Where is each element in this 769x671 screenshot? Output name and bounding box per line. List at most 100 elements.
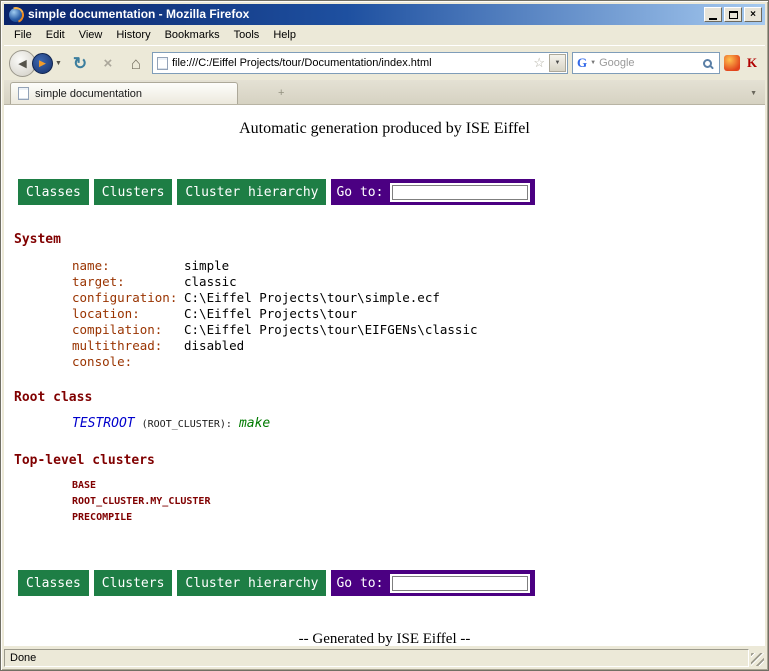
address-bar: ☆ ▼: [152, 52, 568, 74]
classes-button[interactable]: Classes: [18, 570, 89, 596]
firefox-icon: [9, 8, 23, 22]
window-controls: ×: [704, 7, 762, 22]
status-bar: Done: [4, 646, 765, 667]
system-row: location: C:\Eiffel Projects\tour: [14, 306, 755, 322]
goto-input[interactable]: [392, 185, 528, 200]
page-content: Automatic generation produced by ISE Eif…: [4, 105, 765, 646]
goto-input-wrap: [390, 574, 530, 593]
menu-item-edit[interactable]: Edit: [39, 26, 72, 44]
system-row-label: name:: [72, 258, 184, 274]
system-row: name: simple: [14, 258, 755, 274]
menu-item-history[interactable]: History: [109, 26, 157, 44]
addon-icon[interactable]: [724, 55, 740, 71]
system-row-label: target:: [72, 274, 184, 290]
url-dropdown-button[interactable]: ▼: [549, 54, 566, 72]
goto-input[interactable]: [392, 576, 528, 591]
home-button[interactable]: ⌂: [124, 51, 148, 75]
doc-footer: -- Generated by ISE Eiffel -- For more d…: [14, 629, 755, 646]
system-row: target: classic: [14, 274, 755, 290]
minimize-icon: [709, 18, 717, 20]
back-icon: ◀: [18, 57, 26, 70]
menu-item-file[interactable]: File: [7, 26, 39, 44]
bookmark-star-icon[interactable]: ☆: [533, 55, 545, 71]
doc-navbar-bottom: Classes Clusters Cluster hierarchy Go to…: [18, 570, 755, 596]
search-engine-dropdown-icon[interactable]: ▼: [590, 60, 596, 66]
menu-item-tools[interactable]: Tools: [227, 26, 267, 44]
footer-generated: -- Generated by ISE Eiffel --: [14, 629, 755, 646]
home-icon: ⌂: [131, 55, 141, 72]
system-row-label: compilation:: [72, 322, 184, 338]
top-level-clusters-heading: Top-level clusters: [14, 453, 755, 468]
cluster-list: BASE ROOT_CLUSTER.MY_CLUSTER PRECOMPILE: [14, 478, 755, 526]
system-row-label: location:: [72, 306, 184, 322]
titlebar: simple documentation - Mozilla Firefox ×: [4, 4, 765, 25]
stop-icon: ×: [104, 56, 113, 71]
tab-active[interactable]: simple documentation: [10, 82, 238, 104]
root-feature-name[interactable]: make: [239, 415, 270, 432]
google-logo-icon: G: [577, 55, 587, 71]
system-heading: System: [14, 232, 755, 247]
goto-label: Go to:: [336, 576, 383, 591]
system-row-value: C:\Eiffel Projects\tour\simple.ecf: [184, 290, 440, 306]
root-class-heading: Root class: [14, 390, 755, 405]
cluster-link-precompile[interactable]: PRECOMPILE: [14, 510, 755, 526]
clusters-button[interactable]: Clusters: [94, 570, 173, 596]
system-row: multithread: disabled: [14, 338, 755, 354]
maximize-icon: [729, 11, 738, 19]
menu-item-help[interactable]: Help: [266, 26, 303, 44]
kaspersky-icon[interactable]: K: [744, 55, 760, 71]
system-row-value: C:\Eiffel Projects\tour\EIFGENs\classic: [184, 322, 478, 338]
clusters-button[interactable]: Clusters: [94, 179, 173, 205]
url-input[interactable]: [172, 57, 529, 69]
goto-box: Go to:: [331, 570, 535, 596]
system-row: console:: [14, 354, 755, 370]
classes-button[interactable]: Classes: [18, 179, 89, 205]
system-row-label: console:: [72, 354, 184, 370]
search-input[interactable]: [599, 57, 700, 69]
status-text: Done: [10, 652, 36, 664]
root-class-link[interactable]: TESTROOT: [72, 415, 135, 432]
forward-dropdown-icon[interactable]: ▼: [53, 58, 64, 69]
system-row-value: classic: [184, 274, 237, 290]
system-row-value: disabled: [184, 338, 244, 354]
goto-label: Go to:: [336, 185, 383, 200]
tab-list-dropdown-icon[interactable]: ▼: [745, 90, 762, 97]
resize-grip[interactable]: [749, 649, 765, 667]
system-row: configuration: C:\Eiffel Projects\tour\s…: [14, 290, 755, 306]
cluster-hierarchy-button[interactable]: Cluster hierarchy: [177, 570, 326, 596]
status-field: Done: [4, 649, 749, 667]
doc-navbar-top: Classes Clusters Cluster hierarchy Go to…: [18, 179, 755, 205]
close-button[interactable]: ×: [744, 7, 762, 22]
tab-page-icon: [18, 87, 29, 100]
forward-icon: ▶: [39, 58, 46, 69]
menu-item-view[interactable]: View: [72, 26, 110, 44]
cluster-hierarchy-button[interactable]: Cluster hierarchy: [177, 179, 326, 205]
tab-label: simple documentation: [35, 88, 142, 100]
page-icon: [157, 57, 168, 70]
search-icon[interactable]: [703, 59, 712, 68]
cluster-link-base[interactable]: BASE: [14, 478, 755, 494]
system-row-label: configuration:: [72, 290, 184, 306]
cluster-link-root-cluster[interactable]: ROOT_CLUSTER.MY_CLUSTER: [14, 494, 755, 510]
reload-icon: ↻: [73, 55, 87, 72]
search-box: G ▼: [572, 52, 720, 74]
reload-button[interactable]: ↻: [68, 51, 92, 75]
back-forward-cluster: ◀ ▶ ▼: [9, 50, 64, 77]
doc-header: Automatic generation produced by ISE Eif…: [14, 120, 755, 138]
tab-strip: simple documentation + ▼: [4, 80, 765, 105]
system-rows: name: simple target: classic configurati…: [14, 258, 755, 370]
forward-button[interactable]: ▶: [32, 53, 53, 74]
goto-input-wrap: [390, 183, 530, 202]
minimize-button[interactable]: [704, 7, 722, 22]
system-row-value: simple: [184, 258, 229, 274]
system-row-label: multithread:: [72, 338, 184, 354]
menu-item-bookmarks[interactable]: Bookmarks: [158, 26, 227, 44]
browser-window: simple documentation - Mozilla Firefox ×…: [0, 0, 769, 671]
navigation-toolbar: ◀ ▶ ▼ ↻ × ⌂ ☆ ▼ G ▼ K: [4, 45, 765, 80]
new-tab-icon[interactable]: +: [278, 88, 284, 99]
maximize-button[interactable]: [724, 7, 742, 22]
window-title: simple documentation - Mozilla Firefox: [28, 4, 699, 25]
system-row: compilation: C:\Eiffel Projects\tour\EIF…: [14, 322, 755, 338]
root-class-line: TESTROOT (ROOT_CLUSTER): make: [14, 415, 755, 433]
stop-button[interactable]: ×: [96, 51, 120, 75]
